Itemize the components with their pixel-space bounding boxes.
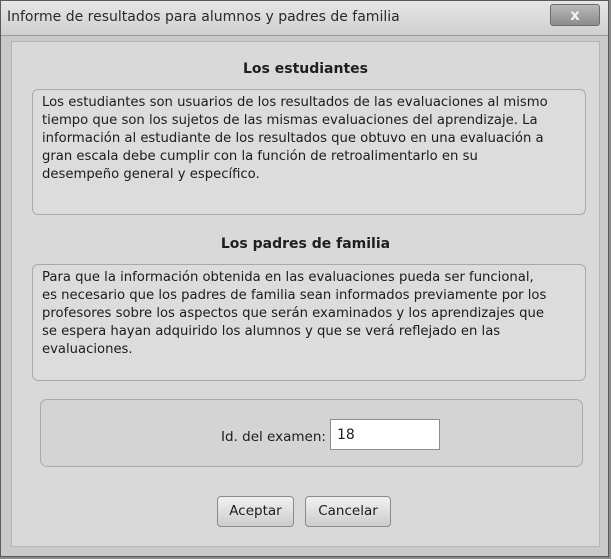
cancel-button[interactable]: Cancelar (305, 496, 391, 527)
parents-text-line: es necesario que los padres de familia s… (42, 288, 547, 303)
parents-text-line: evaluaciones. (42, 342, 133, 357)
parents-text-line: Para que la información obtenida en las … (42, 270, 534, 285)
students-text-box: Los estudiantes son usuarios de los resu… (32, 89, 586, 215)
students-heading: Los estudiantes (243, 61, 368, 77)
parents-heading: Los padres de familia (220, 236, 391, 252)
students-text-line: Los estudiantes son usuarios de los resu… (42, 95, 548, 110)
dialog-window: Informe de resultados para alumnos y pad… (0, 0, 609, 557)
dialog-content: Los estudiantes Los estudiantes son usua… (11, 41, 600, 547)
parents-text-line: profesores sobre los aspectos que serán … (42, 306, 544, 321)
exam-id-panel: Id. del examen: (40, 399, 583, 467)
students-text-line: tiempo que son los sujetos de las mismas… (42, 113, 538, 128)
parents-text-box: Para que la información obtenida en las … (32, 264, 586, 381)
close-button[interactable]: x (550, 4, 600, 26)
exam-id-label: Id. del examen: (221, 429, 326, 445)
accept-button[interactable]: Aceptar (217, 496, 294, 527)
students-text-line: desempeño general y específico. (42, 167, 260, 182)
exam-id-input[interactable] (330, 419, 440, 450)
parents-text-line: se espera hayan adquirido los alumnos y … (42, 324, 501, 339)
window-title: Informe de resultados para alumnos y pad… (7, 9, 400, 25)
students-text-line: información al estudiante de los resulta… (42, 131, 544, 146)
title-bar[interactable]: Informe de resultados para alumnos y pad… (1, 1, 608, 36)
close-icon: x (570, 6, 580, 24)
students-text-line: gran escala debe cumplir con la función … (42, 149, 478, 164)
